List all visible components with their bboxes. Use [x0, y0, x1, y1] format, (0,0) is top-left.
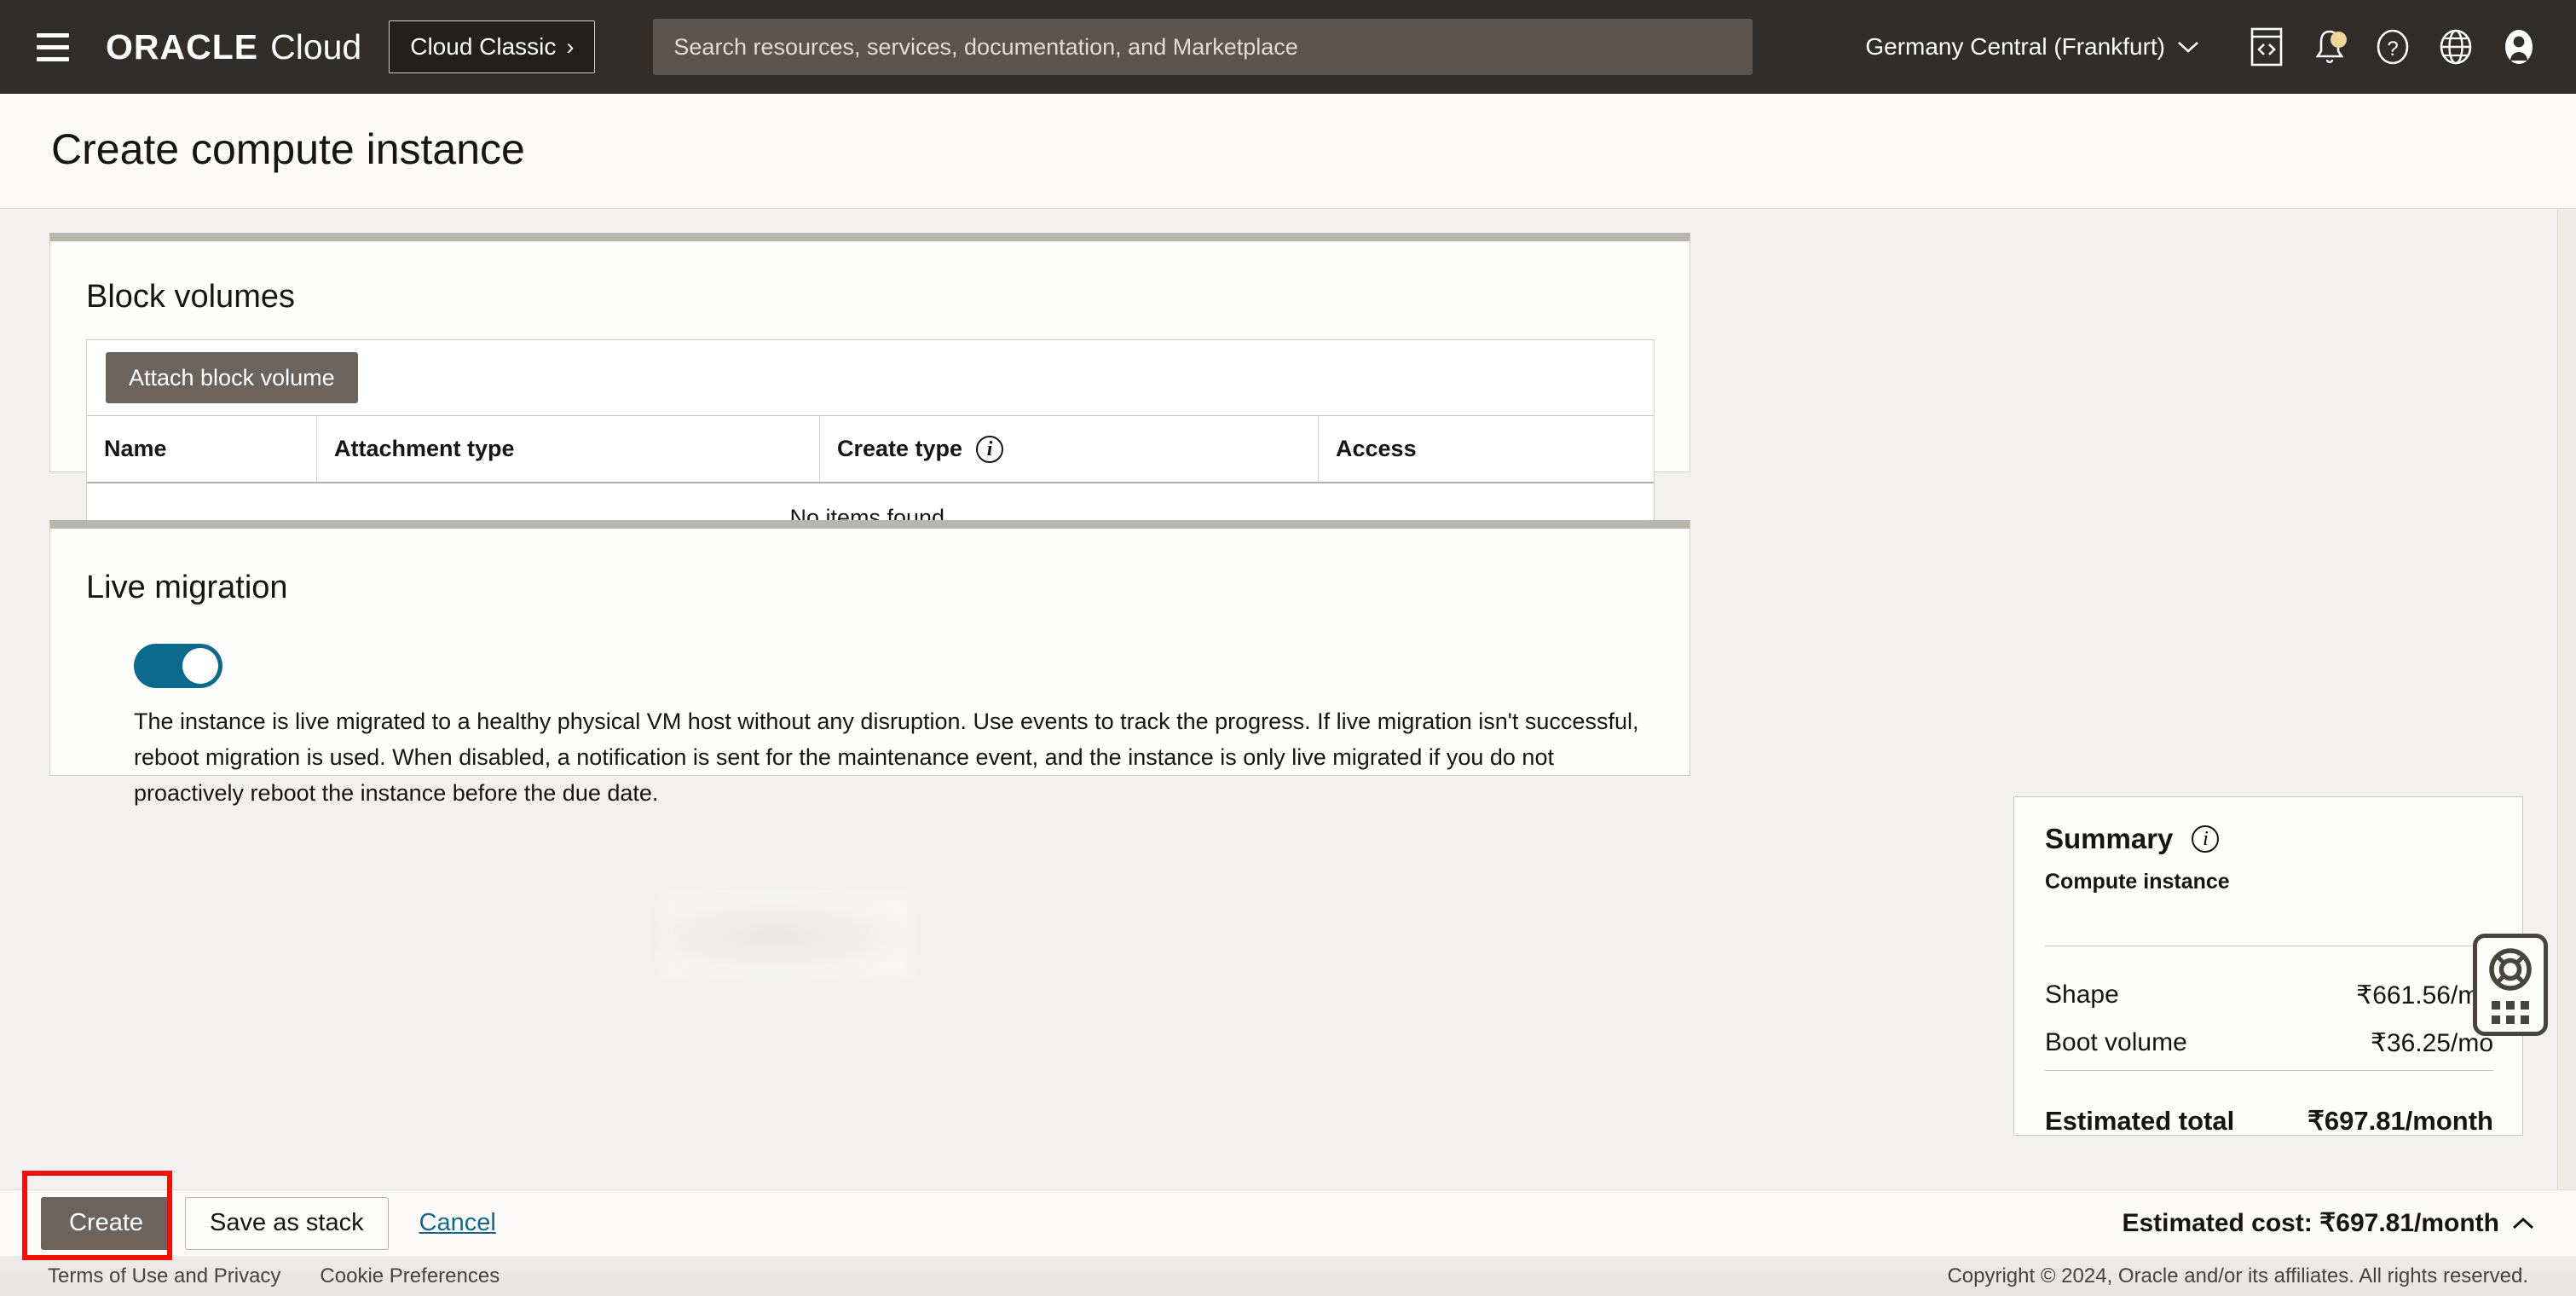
notifications-bell-icon[interactable] [2298, 15, 2361, 78]
chevron-down-icon [2177, 40, 2199, 54]
summary-panel: Summary i Compute instance Shape ₹661.56… [2013, 796, 2523, 1136]
summary-total-label: Estimated total [2045, 1106, 2234, 1137]
top-navigation-bar: ORACLE Cloud Cloud Classic › Germany Cen… [0, 0, 2576, 94]
summary-row-boot-volume-label: Boot volume [2045, 1028, 2187, 1058]
nav-right-group: Germany Central (Frankfurt) ? [1865, 15, 2557, 78]
column-header-attachment-type: Attachment type [317, 416, 820, 482]
globe-language-icon[interactable] [2424, 15, 2487, 78]
oracle-cloud-logo[interactable]: ORACLE Cloud [106, 27, 361, 67]
cloud-classic-button[interactable]: Cloud Classic › [389, 20, 595, 73]
chevron-right-icon: › [566, 34, 574, 61]
summary-header: Summary i [2045, 823, 2219, 855]
toggle-knob [182, 648, 218, 684]
page-title: Create compute instance [51, 124, 525, 174]
bottom-action-bar: Create Save as stack Cancel Estimated co… [0, 1189, 2576, 1256]
cloud-wordmark: Cloud [270, 27, 361, 67]
save-as-stack-button[interactable]: Save as stack [185, 1197, 389, 1250]
column-header-create-type-label: Create type [837, 436, 962, 462]
life-ring-support-icon [2487, 946, 2533, 992]
chevron-up-icon [2511, 1216, 2535, 1231]
summary-row-shape-label: Shape [2045, 981, 2119, 1010]
search-input[interactable] [653, 19, 1753, 75]
summary-row-boot-volume-value: ₹36.25/mo [2371, 1028, 2493, 1058]
table-header-row: Name Attachment type Create type i Acces… [87, 415, 1654, 483]
column-header-name: Name [87, 416, 317, 482]
cloud-classic-label: Cloud Classic [410, 33, 556, 61]
column-header-create-type: Create type i [820, 416, 1319, 482]
live-migration-toggle[interactable] [134, 644, 222, 688]
summary-divider-bottom [2045, 1070, 2493, 1071]
user-avatar-icon[interactable] [2487, 15, 2550, 78]
page-footer: Terms of Use and Privacy Cookie Preferen… [0, 1256, 2576, 1296]
hamburger-menu-icon[interactable] [29, 23, 77, 71]
summary-row-shape: Shape ₹661.56/mo [2045, 981, 2493, 1010]
summary-row-boot-volume: Boot volume ₹36.25/mo [2045, 1028, 2493, 1058]
terms-of-use-link[interactable]: Terms of Use and Privacy [48, 1264, 280, 1288]
support-widget[interactable] [2473, 934, 2548, 1036]
attach-block-volume-button[interactable]: Attach block volume [106, 352, 358, 403]
estimated-cost-label: Estimated cost: ₹697.81/month [2122, 1208, 2499, 1238]
redacted-region [663, 898, 910, 975]
create-button[interactable]: Create [41, 1197, 171, 1250]
svg-text:?: ? [2387, 38, 2398, 61]
summary-subtitle: Compute instance [2045, 870, 2230, 894]
block-volumes-card: Block volumes Attach block volume Name A… [49, 233, 1690, 472]
drag-dots-handle[interactable] [2492, 1001, 2529, 1024]
summary-total-value: ₹697.81/month [2307, 1106, 2493, 1137]
copyright-text: Copyright © 2024, Oracle and/or its affi… [1947, 1264, 2528, 1288]
table-toolbar: Attach block volume [87, 340, 1654, 415]
code-editor-icon[interactable] [2235, 15, 2298, 78]
live-migration-description: The instance is live migrated to a healt… [134, 703, 1660, 811]
column-header-access: Access [1319, 416, 1654, 482]
summary-title: Summary [2045, 823, 2173, 855]
live-migration-title: Live migration [86, 570, 288, 606]
info-icon[interactable]: i [2192, 825, 2219, 853]
notification-badge [2331, 32, 2347, 48]
cancel-link[interactable]: Cancel [419, 1209, 496, 1237]
vertical-scrollbar[interactable] [2557, 209, 2576, 1189]
live-migration-card: Live migration The instance is live migr… [49, 520, 1690, 776]
block-volumes-title: Block volumes [86, 279, 295, 315]
region-label: Germany Central (Frankfurt) [1865, 33, 2165, 61]
estimated-cost-toggle[interactable]: Estimated cost: ₹697.81/month [2122, 1208, 2535, 1238]
oracle-wordmark: ORACLE [106, 27, 258, 67]
help-question-icon[interactable]: ? [2361, 15, 2424, 78]
search-container [653, 19, 1753, 75]
region-selector[interactable]: Germany Central (Frankfurt) [1865, 33, 2199, 61]
info-icon[interactable]: i [976, 436, 1003, 463]
page-header: Create compute instance [0, 94, 2576, 209]
summary-estimated-total: Estimated total ₹697.81/month [2045, 1106, 2493, 1137]
cookie-preferences-link[interactable]: Cookie Preferences [320, 1264, 500, 1288]
